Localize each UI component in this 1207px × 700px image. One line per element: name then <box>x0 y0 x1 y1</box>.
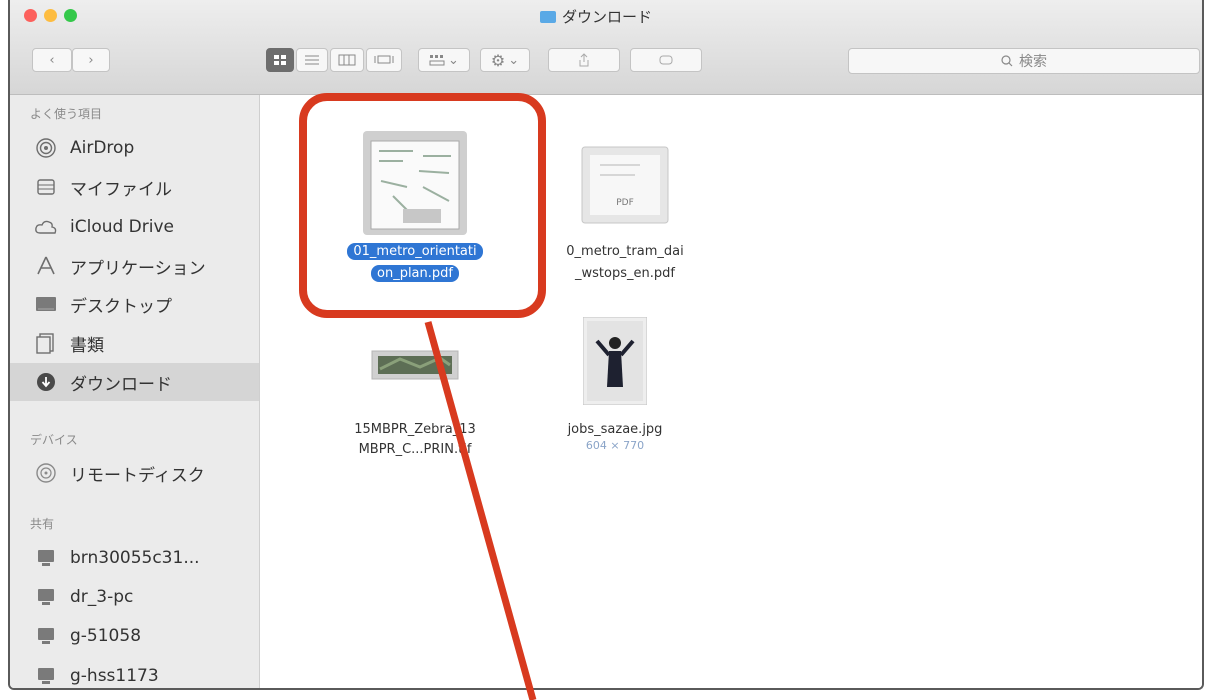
callout-arrow-line <box>424 321 537 700</box>
